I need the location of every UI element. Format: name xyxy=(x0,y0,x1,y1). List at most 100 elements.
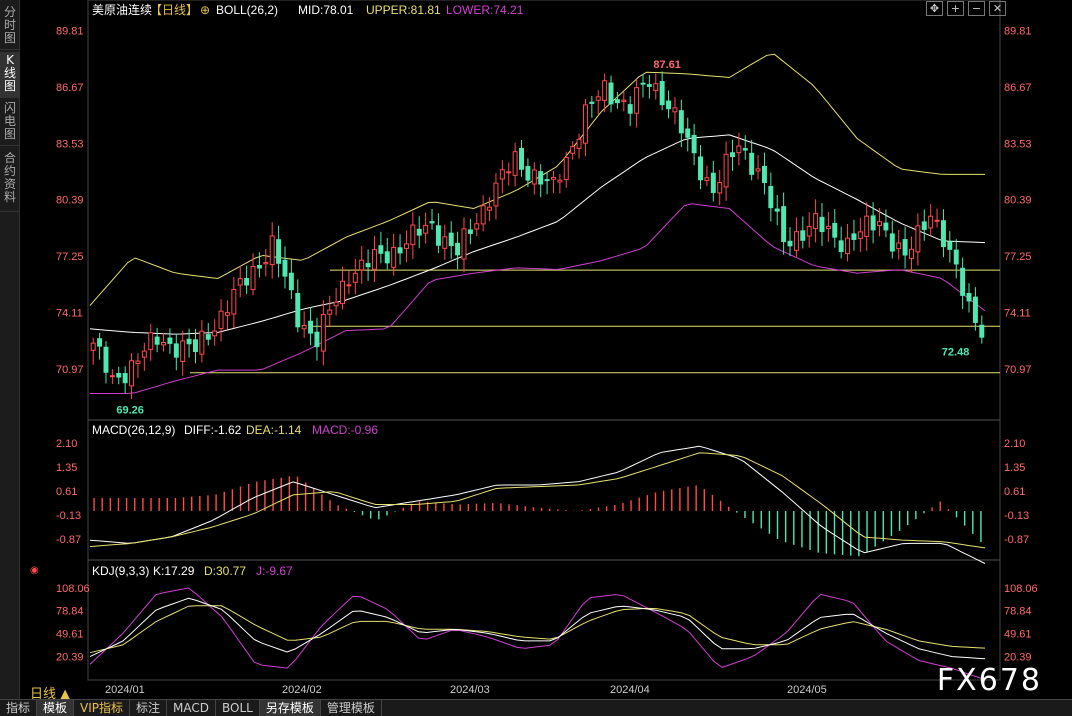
y-tick-label-left: 1.35 xyxy=(56,462,77,474)
settings-icon[interactable]: ⊕ xyxy=(200,3,210,17)
candle-body xyxy=(231,288,237,315)
candle-body xyxy=(678,110,684,134)
y-tick-label-right: 89.81 xyxy=(1004,26,1032,38)
x-tick-label: 2024/03 xyxy=(450,684,490,696)
candle-body xyxy=(250,266,256,290)
y-tick-label-left: 108.06 xyxy=(56,583,90,595)
tab-manage-templates[interactable]: 管理模板 xyxy=(321,700,382,716)
candle-body xyxy=(960,267,966,296)
candle-body xyxy=(723,153,729,188)
y-tick-label-right: 86.67 xyxy=(1004,82,1032,94)
candle-body xyxy=(224,312,230,316)
candle-body xyxy=(928,215,934,229)
candle-body xyxy=(672,107,678,113)
boll-mid-value: MID:78.01 xyxy=(298,3,354,17)
y-tick-label-right: 2.10 xyxy=(1004,438,1025,450)
y-tick-label-left: 86.67 xyxy=(56,82,84,94)
candle-body xyxy=(940,220,946,248)
y-tick-label-right: -0.87 xyxy=(1004,534,1029,546)
candle-body xyxy=(276,239,282,264)
candle-body xyxy=(691,134,697,154)
record-icon[interactable]: ◉ xyxy=(30,565,39,576)
candle-body xyxy=(781,206,787,243)
candle-body xyxy=(333,301,339,307)
candle-body xyxy=(602,80,608,101)
y-tick-label-right: 80.39 xyxy=(1004,195,1032,207)
chart-frame xyxy=(87,0,1001,681)
candle-body xyxy=(519,147,524,170)
candle-body xyxy=(429,221,435,224)
y-tick-label-right: 78.84 xyxy=(1004,606,1032,618)
y-tick-label-right: -0.13 xyxy=(1004,510,1029,522)
candle-body xyxy=(423,224,429,234)
candle-body xyxy=(544,179,550,182)
tab-boll[interactable]: BOLL xyxy=(216,700,260,716)
close-icon[interactable]: ✕ xyxy=(989,1,1006,16)
candle-body xyxy=(499,169,505,180)
tab-vip-indicators[interactable]: VIP指标 xyxy=(74,700,131,716)
tab-indicators[interactable]: 指标 xyxy=(0,700,38,716)
candle-body xyxy=(646,84,652,87)
candle-body xyxy=(148,332,154,350)
candle-body xyxy=(730,152,735,158)
y-tick-label-left: 89.81 xyxy=(56,26,84,38)
candle-body xyxy=(595,96,601,101)
boll-lower-value: LOWER:74.21 xyxy=(446,3,524,17)
candle-body xyxy=(237,278,243,286)
tab-macd[interactable]: MACD xyxy=(167,700,217,716)
macd-diff-value: DIFF:-1.62 xyxy=(184,423,242,437)
candle-body xyxy=(301,324,307,330)
candle-body xyxy=(90,342,96,351)
candle-body xyxy=(761,165,767,183)
x-tick-label: 2024/05 xyxy=(787,684,827,696)
instrument-title: 美原油连续 xyxy=(92,2,152,17)
zoom-out-icon[interactable]: − xyxy=(968,1,985,16)
tab-templates[interactable]: 模板 xyxy=(37,700,75,716)
candle-body xyxy=(563,157,569,181)
move-icon[interactable]: ✥ xyxy=(926,1,943,16)
candle-body xyxy=(570,146,576,154)
candle-body xyxy=(787,240,793,247)
candle-body xyxy=(512,151,518,176)
candle-body xyxy=(391,246,397,268)
candle-body xyxy=(825,225,831,230)
candle-body xyxy=(877,221,882,227)
candle-body xyxy=(186,338,192,345)
candle-body xyxy=(736,145,742,154)
candle-body xyxy=(774,208,780,212)
candle-body xyxy=(340,280,345,305)
candle-body xyxy=(742,148,748,151)
chart-canvas[interactable]: 美原油连续 【日线】 ⊕ BOLL(26,2) MID:78.01 UPPER:… xyxy=(0,0,1072,700)
candle-body xyxy=(717,182,723,194)
kdj-d-value: D:30.77 xyxy=(204,564,246,578)
y-tick-label-left: 2.10 xyxy=(56,438,77,450)
candle-body xyxy=(857,231,863,240)
kdj-d-line xyxy=(89,605,986,654)
price-annotation: 87.61 xyxy=(653,59,681,71)
candle-body xyxy=(934,219,940,222)
price-annotation: 72.48 xyxy=(942,347,970,359)
tab-save-template[interactable]: 另存模板 xyxy=(259,700,321,716)
candle-body xyxy=(608,82,614,105)
candle-body xyxy=(129,360,135,387)
candle-body xyxy=(455,242,461,256)
kdj-label: KDJ(9,3,3) xyxy=(92,564,149,578)
zoom-in-icon[interactable]: + xyxy=(947,1,964,16)
candle-body xyxy=(640,82,646,85)
candle-body xyxy=(372,249,377,270)
candle-body xyxy=(755,168,761,172)
x-tick-label: 2024/02 xyxy=(282,684,322,696)
boll-upper-value: UPPER:81.81 xyxy=(366,3,441,17)
candle-body xyxy=(384,251,390,264)
candle-body xyxy=(103,346,109,373)
boll-upper-line xyxy=(89,53,985,306)
candle-body xyxy=(806,226,812,237)
tab-annotate[interactable]: 标注 xyxy=(130,700,168,716)
candle-body xyxy=(154,336,160,345)
candle-body xyxy=(582,104,588,144)
candle-body xyxy=(397,247,403,254)
y-tick-label-right: 74.11 xyxy=(1004,307,1031,319)
y-tick-label-left: 0.61 xyxy=(56,486,77,498)
candle-body xyxy=(161,342,166,346)
candle-body xyxy=(966,293,972,302)
